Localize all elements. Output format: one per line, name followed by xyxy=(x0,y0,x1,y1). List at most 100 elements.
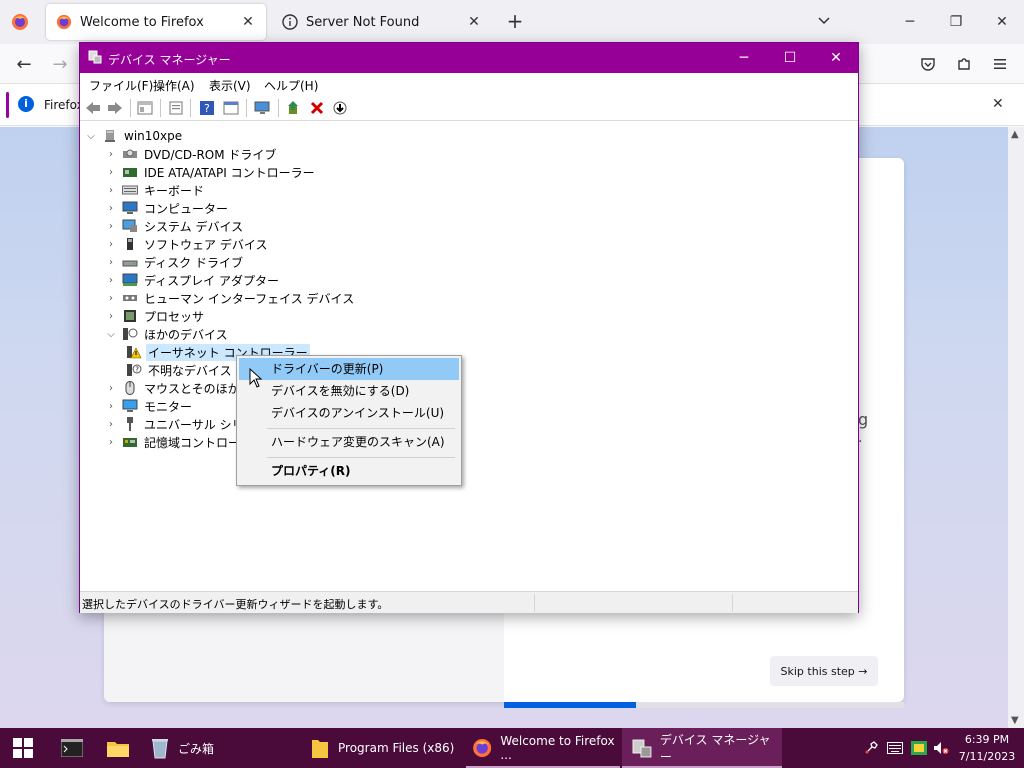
tree-category-software-device[interactable]: › ソフトウェア デバイス xyxy=(104,235,269,253)
firefox-icon xyxy=(473,738,492,758)
expand-chevron-icon[interactable]: › xyxy=(104,257,118,268)
taskbar-item-program-files[interactable]: Program Files (x86) xyxy=(304,728,464,768)
app-menu-button[interactable] xyxy=(986,52,1014,76)
hamburger-icon xyxy=(994,59,1006,69)
close-window-button[interactable]: ✕ xyxy=(988,8,1016,36)
new-tab-button[interactable]: + xyxy=(504,10,526,34)
menu-item-scan-hardware[interactable]: ハードウェア変更のスキャン(A) xyxy=(239,431,459,453)
tree-category-hid[interactable]: › ヒューマン インターフェイス デバイス xyxy=(104,289,356,307)
extensions-button[interactable] xyxy=(950,52,978,76)
expand-chevron-icon[interactable]: › xyxy=(104,221,118,232)
maximize-button[interactable]: ☐ xyxy=(767,43,813,73)
expand-chevron-icon[interactable]: › xyxy=(104,167,118,178)
view-icon xyxy=(223,101,239,115)
keyboard-icon[interactable] xyxy=(886,739,904,757)
back-button[interactable] xyxy=(84,99,102,117)
taskbar-item-firefox[interactable]: Welcome to Firefox ... xyxy=(466,728,620,768)
toolbar-separator xyxy=(160,99,161,117)
tree-category-monitor[interactable]: › モニター xyxy=(104,397,194,415)
skip-step-button[interactable]: Skip this step → xyxy=(770,656,878,686)
expand-chevron-icon[interactable]: › xyxy=(104,275,118,286)
taskbar-item-recycle-bin[interactable]: ごみ箱 xyxy=(144,728,294,768)
expand-chevron-icon[interactable]: › xyxy=(104,419,118,430)
list-all-tabs-button[interactable] xyxy=(816,12,836,32)
taskbar-item-device-manager[interactable]: デバイス マネージャー xyxy=(622,728,782,768)
expand-chevron-icon[interactable]: › xyxy=(104,311,118,322)
device-manager-titlebar[interactable]: デバイス マネージャー ─ ☐ ✕ xyxy=(80,43,858,73)
tab-server-not-found[interactable]: Server Not Found ✕ xyxy=(272,4,492,40)
tree-category-keyboard[interactable]: › キーボード xyxy=(104,181,206,199)
firefox-view-button[interactable] xyxy=(8,10,32,34)
pocket-button[interactable] xyxy=(914,52,942,76)
terminal-button[interactable] xyxy=(50,728,94,768)
disable-device-button[interactable] xyxy=(331,99,349,117)
close-tab-icon[interactable]: ✕ xyxy=(466,14,482,30)
info-icon: i xyxy=(18,96,34,112)
restore-button[interactable]: ❐ xyxy=(942,8,970,36)
menu-file[interactable]: ファイル(F) xyxy=(89,77,153,94)
volume-muted-icon[interactable] xyxy=(932,739,950,757)
tree-category-ide-controller[interactable]: › IDE ATA/ATAPI コントローラー xyxy=(104,163,317,181)
tree-category-processor[interactable]: › プロセッサ xyxy=(104,307,206,325)
tab-title: Welcome to Firefox xyxy=(80,14,204,30)
forward-button[interactable] xyxy=(106,99,124,117)
red-x-icon xyxy=(310,101,324,115)
help-button[interactable]: ? xyxy=(198,99,216,117)
tree-item-unknown-device[interactable]: ? 不明なデバイス xyxy=(122,361,234,379)
expand-chevron-icon[interactable]: › xyxy=(104,383,118,394)
close-tab-icon[interactable]: ✕ xyxy=(240,14,256,30)
tree-category-display-adapter[interactable]: › ディスプレイ アダプター xyxy=(104,271,281,289)
expand-chevron-icon[interactable]: › xyxy=(104,203,118,214)
device-tree[interactable]: ⌵ win10xpe › DVD/CD-ROM ドライブ › IDE ATA/ATAP… xyxy=(80,127,858,587)
tree-category-dvd-drive[interactable]: › DVD/CD-ROM ドライブ xyxy=(104,145,278,163)
menu-item-uninstall-device[interactable]: デバイスのアンインストール(U) xyxy=(239,402,459,424)
expand-chevron-icon[interactable]: › xyxy=(104,293,118,304)
minimize-button[interactable]: ─ xyxy=(896,8,924,36)
tray-tool-icon[interactable] xyxy=(862,739,880,757)
close-notification-icon[interactable]: ✕ xyxy=(992,96,1004,112)
expand-chevron-icon[interactable]: › xyxy=(104,401,118,412)
display-icon[interactable] xyxy=(910,739,928,757)
minimize-button[interactable]: ─ xyxy=(721,43,767,73)
tree-root[interactable]: ⌵ win10xpe xyxy=(84,127,184,145)
menu-help[interactable]: ヘルプ(H) xyxy=(264,77,318,94)
tab-welcome-to-firefox[interactable]: Welcome to Firefox ✕ xyxy=(46,4,266,40)
device-manager-icon xyxy=(632,739,652,758)
expand-chevron-icon[interactable]: › xyxy=(104,185,118,196)
tree-category-computer[interactable]: › コンピューター xyxy=(104,199,230,217)
scan-hardware-button[interactable] xyxy=(254,99,272,117)
file-explorer-button[interactable] xyxy=(96,728,140,768)
start-button[interactable] xyxy=(0,728,46,768)
close-window-button[interactable]: ✕ xyxy=(813,43,859,73)
taskbar-item-label: デバイス マネージャー xyxy=(659,733,771,764)
menu-view[interactable]: 表示(V) xyxy=(209,77,251,94)
chevron-down-icon xyxy=(818,17,830,25)
page-scrollbar[interactable]: ▲ ▼ xyxy=(1008,127,1024,728)
expand-chevron-icon[interactable]: › xyxy=(104,239,118,250)
uninstall-device-button[interactable] xyxy=(308,99,326,117)
system-clock[interactable]: 6:39 PM 7/11/2023 xyxy=(956,731,1018,765)
menu-item-update-driver[interactable]: ドライバーの更新(P) xyxy=(239,358,459,380)
unknown-device-icon: ? xyxy=(126,363,142,377)
menu-item-disable-device[interactable]: デバイスを無効にする(D) xyxy=(239,380,459,402)
menu-item-properties[interactable]: プロパティ(R) xyxy=(239,460,459,482)
forward-button[interactable]: → xyxy=(46,52,74,76)
show-hide-console-tree-button[interactable] xyxy=(136,99,154,117)
view-button[interactable] xyxy=(222,99,240,117)
tree-category-system-device[interactable]: › システム デバイス xyxy=(104,217,245,235)
properties-button[interactable] xyxy=(167,99,185,117)
update-driver-button[interactable] xyxy=(286,99,304,117)
menu-action[interactable]: 操作(A) xyxy=(153,77,195,94)
scroll-up-icon[interactable]: ▲ xyxy=(1011,129,1019,140)
back-button[interactable]: ← xyxy=(10,52,38,76)
expand-chevron-icon[interactable]: › xyxy=(104,437,118,448)
folder-icon xyxy=(107,742,129,757)
svg-text:?: ? xyxy=(204,102,210,115)
expand-chevron-icon[interactable]: › xyxy=(104,149,118,160)
toolbar-separator xyxy=(246,99,247,117)
tree-category-other-device[interactable]: ⌵ ほかのデバイス xyxy=(104,325,230,343)
scroll-down-icon[interactable]: ▼ xyxy=(1011,715,1019,726)
tree-category-disk-drive[interactable]: › ディスク ドライブ xyxy=(104,253,245,271)
collapse-chevron-icon[interactable]: ⌵ xyxy=(84,131,98,142)
collapse-chevron-icon[interactable]: ⌵ xyxy=(104,329,118,340)
